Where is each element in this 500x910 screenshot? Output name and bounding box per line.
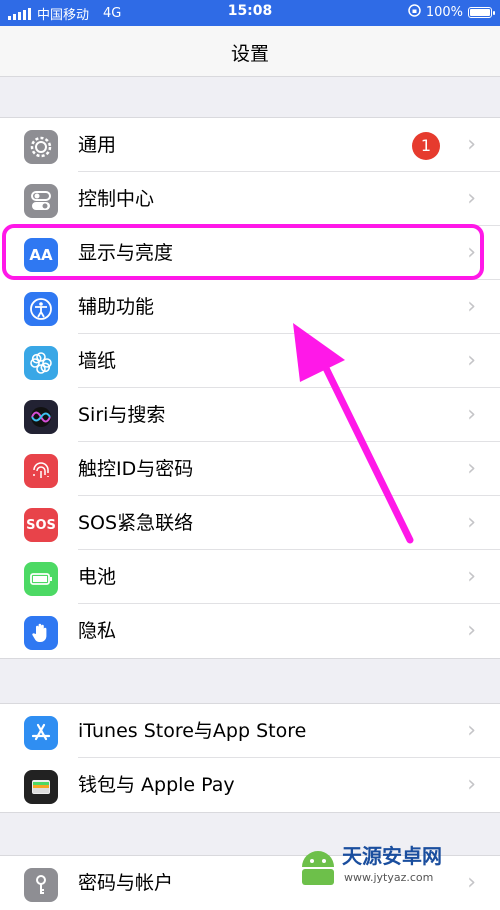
hand-icon — [24, 616, 58, 650]
app-store-icon — [24, 716, 58, 750]
chevron-right-icon: › — [467, 132, 476, 157]
settings-row[interactable]: 隐私 › — [0, 604, 500, 658]
row-label: iTunes Store与App Store — [78, 720, 307, 742]
row-label: 通用 — [78, 134, 117, 156]
chevron-right-icon: › — [467, 564, 476, 589]
chevron-right-icon: › — [467, 618, 476, 643]
settings-row[interactable]: 墙纸 › — [0, 334, 500, 388]
wallet-icon — [24, 770, 58, 804]
page-title: 设置 — [230, 43, 269, 65]
chevron-right-icon: › — [467, 294, 476, 319]
siri-icon — [24, 400, 58, 434]
row-label: Siri与搜索 — [78, 404, 166, 426]
row-label: 电池 — [78, 566, 117, 588]
android-logo-icon — [302, 851, 334, 885]
chevron-right-icon: › — [467, 456, 476, 481]
chevron-right-icon: › — [467, 402, 476, 427]
chevron-right-icon: › — [467, 718, 476, 743]
settings-row[interactable]: SOS SOS紧急联络 › — [0, 496, 500, 550]
nav-bar: 设置 — [0, 26, 500, 77]
gear-icon — [24, 130, 58, 164]
settings-row[interactable]: iTunes Store与App Store › — [0, 704, 500, 758]
row-label: SOS紧急联络 — [78, 512, 194, 534]
settings-row[interactable]: Siri与搜索 › — [0, 388, 500, 442]
battery-icon — [468, 7, 495, 18]
status-bar: 中国移动 4G 15:08 100% — [0, 0, 500, 26]
fingerprint-icon — [24, 454, 58, 488]
flower-icon — [24, 346, 58, 380]
sos-icon: SOS — [24, 508, 58, 542]
chevron-right-icon: › — [467, 772, 476, 797]
battery-percent: 100% — [425, 5, 463, 20]
battery-icon — [24, 562, 58, 596]
accessibility-icon — [24, 292, 58, 326]
row-label: 触控ID与密码 — [78, 458, 194, 480]
key-icon — [24, 868, 58, 902]
settings-group-store: iTunes Store与App Store › 钱包与 Apple Pay › — [0, 703, 500, 813]
row-label: 控制中心 — [78, 188, 155, 210]
row-label: 密码与帐户 — [78, 872, 174, 894]
watermark-url: www.jytyaz.com — [344, 871, 433, 884]
highlight-box — [2, 224, 484, 280]
row-label: 隐私 — [78, 620, 117, 642]
row-label: 墙纸 — [78, 350, 117, 372]
watermark: 天源安卓网 www.jytyaz.com — [294, 833, 494, 889]
orientation-lock-icon — [408, 4, 421, 21]
settings-row[interactable]: 钱包与 Apple Pay › — [0, 758, 500, 812]
watermark-title: 天源安卓网 — [342, 844, 442, 868]
chevron-right-icon: › — [467, 348, 476, 373]
notification-badge: 1 — [412, 132, 440, 160]
settings-row[interactable]: 辅助功能 › — [0, 280, 500, 334]
row-label: 钱包与 Apple Pay — [78, 774, 235, 796]
chevron-right-icon: › — [467, 510, 476, 535]
icon-text: SOS — [26, 517, 56, 533]
settings-row[interactable]: 通用 1 › — [0, 118, 500, 172]
settings-group-main: 通用 1 › 控制中心 › AA 显示与亮度 › 辅助功能 › 墙纸 › Siri与搜索 › 触控ID与密码… — [0, 117, 500, 659]
chevron-right-icon: › — [467, 186, 476, 211]
row-label: 辅助功能 — [78, 296, 155, 318]
settings-row[interactable]: 触控ID与密码 › — [0, 442, 500, 496]
toggle-switches-icon — [24, 184, 58, 218]
settings-row[interactable]: 控制中心 › — [0, 172, 500, 226]
settings-row[interactable]: 电池 › — [0, 550, 500, 604]
